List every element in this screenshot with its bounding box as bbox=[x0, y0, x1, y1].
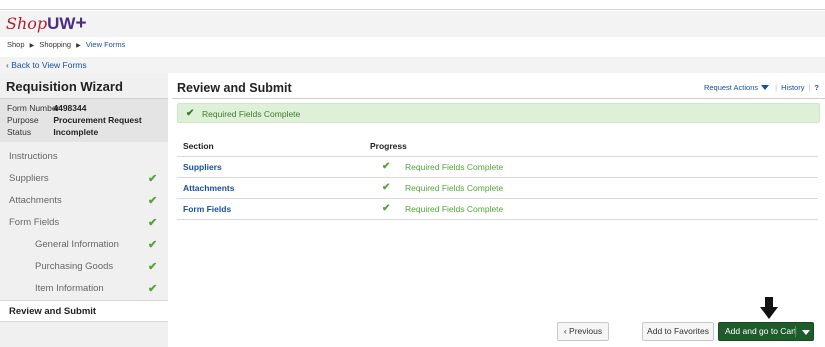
history-link[interactable]: History bbox=[781, 83, 804, 92]
nav-item-label: Instructions bbox=[9, 151, 58, 162]
caret-down-icon[interactable] bbox=[802, 330, 810, 335]
top-border bbox=[0, 0, 825, 10]
purpose-label: Purpose bbox=[7, 115, 39, 125]
status-row: Status Incomplete bbox=[7, 127, 98, 137]
form-number-value: 4498344 bbox=[53, 103, 87, 113]
purpose-row: Purpose Procurement Request bbox=[7, 115, 142, 125]
divider bbox=[172, 98, 825, 99]
page-title: Review and Submit bbox=[177, 81, 292, 95]
breadcrumb: Shop ▶ Shopping ▶ View Forms bbox=[7, 40, 125, 51]
separator: | bbox=[775, 83, 778, 92]
column-header-progress: Progress bbox=[370, 141, 407, 151]
nav-item-label: Form Fields bbox=[9, 217, 60, 228]
logo-bar bbox=[0, 11, 825, 37]
check-icon: ✔ bbox=[148, 195, 158, 207]
breadcrumb-view-forms[interactable]: View Forms bbox=[86, 40, 125, 49]
back-bar bbox=[0, 57, 825, 73]
nav-item-purchasing-goods[interactable]: Purchasing Goods ✔ bbox=[0, 256, 168, 278]
check-icon: ✔ bbox=[186, 108, 195, 119]
form-number-label: Form Number bbox=[7, 103, 60, 113]
progress-text: Required Fields Complete bbox=[405, 162, 504, 172]
section-link-attachments[interactable]: Attachments bbox=[183, 183, 234, 193]
shopuw-logo[interactable]: ShopUW+ bbox=[6, 14, 87, 34]
nav-item-label: Suppliers bbox=[9, 173, 49, 184]
status-value: Incomplete bbox=[53, 127, 99, 137]
add-to-favorites-button[interactable]: Add to Favorites bbox=[642, 322, 714, 341]
breadcrumb-shopping[interactable]: Shopping bbox=[39, 40, 71, 49]
section-link-suppliers[interactable]: Suppliers bbox=[183, 162, 222, 172]
help-icon[interactable]: ? bbox=[814, 83, 819, 92]
breadcrumb-separator-icon: ▶ bbox=[76, 43, 81, 49]
check-icon: ✔ bbox=[382, 161, 391, 172]
nav-item-attachments[interactable]: Attachments ✔ bbox=[0, 190, 168, 212]
alert-text: Required Fields Complete bbox=[202, 109, 301, 119]
check-icon: ✔ bbox=[148, 283, 158, 295]
page-actions: Request Actions | History |? bbox=[704, 83, 819, 93]
add-and-go-to-cart-label: Add and go to Cart bbox=[725, 326, 797, 336]
check-icon: ✔ bbox=[382, 182, 391, 193]
back-to-view-forms-link[interactable]: ‹ Back to View Forms bbox=[6, 60, 87, 70]
request-actions-dropdown[interactable]: Request Actions bbox=[704, 83, 771, 92]
success-alert: ✔ Required Fields Complete bbox=[177, 103, 820, 123]
wizard-title: Requisition Wizard bbox=[6, 79, 123, 94]
nav-item-suppliers[interactable]: Suppliers ✔ bbox=[0, 168, 168, 190]
table-row: Suppliers ✔ Required Fields Complete bbox=[177, 157, 818, 177]
nav-item-label: General Information bbox=[35, 239, 119, 250]
nav-item-label: Attachments bbox=[9, 195, 62, 206]
form-number-row: Form Number 4498344 bbox=[7, 103, 86, 113]
row-divider bbox=[177, 219, 818, 220]
check-icon: ✔ bbox=[148, 217, 158, 229]
caret-down-icon bbox=[761, 85, 770, 91]
table-row: Attachments ✔ Required Fields Complete bbox=[177, 178, 818, 198]
table-row: Form Fields ✔ Required Fields Complete bbox=[177, 199, 818, 219]
down-arrow-icon bbox=[760, 297, 778, 319]
nav-item-label: Purchasing Goods bbox=[35, 261, 114, 272]
purpose-value: Procurement Request bbox=[53, 115, 142, 125]
breadcrumb-shop[interactable]: Shop bbox=[7, 40, 25, 49]
nav-item-label: Review and Submit bbox=[9, 306, 97, 317]
button-split-divider bbox=[795, 326, 796, 337]
nav-item-instructions[interactable]: Instructions bbox=[0, 146, 168, 168]
column-header-section: Section bbox=[183, 141, 214, 151]
check-icon: ✔ bbox=[382, 203, 391, 214]
check-icon: ✔ bbox=[148, 261, 158, 273]
check-icon: ✔ bbox=[148, 239, 158, 251]
section-link-form-fields[interactable]: Form Fields bbox=[183, 204, 231, 214]
progress-text: Required Fields Complete bbox=[405, 204, 504, 214]
nav-item-general-information[interactable]: General Information ✔ bbox=[0, 234, 168, 256]
nav-item-form-fields[interactable]: Form Fields ✔ bbox=[0, 212, 168, 234]
breadcrumb-separator-icon: ▶ bbox=[29, 43, 35, 49]
separator: | bbox=[808, 83, 811, 92]
previous-button[interactable]: ‹ Previous bbox=[557, 322, 609, 341]
status-label: Status bbox=[7, 127, 32, 137]
progress-text: Required Fields Complete bbox=[405, 183, 504, 193]
nav-item-label: Item Information bbox=[35, 283, 104, 294]
check-icon: ✔ bbox=[148, 173, 158, 185]
nav-item-item-information[interactable]: Item Information ✔ bbox=[0, 278, 168, 300]
add-and-go-to-cart-button[interactable]: Add and go to Cart bbox=[718, 322, 814, 341]
nav-item-review-and-submit[interactable]: Review and Submit bbox=[0, 300, 168, 322]
